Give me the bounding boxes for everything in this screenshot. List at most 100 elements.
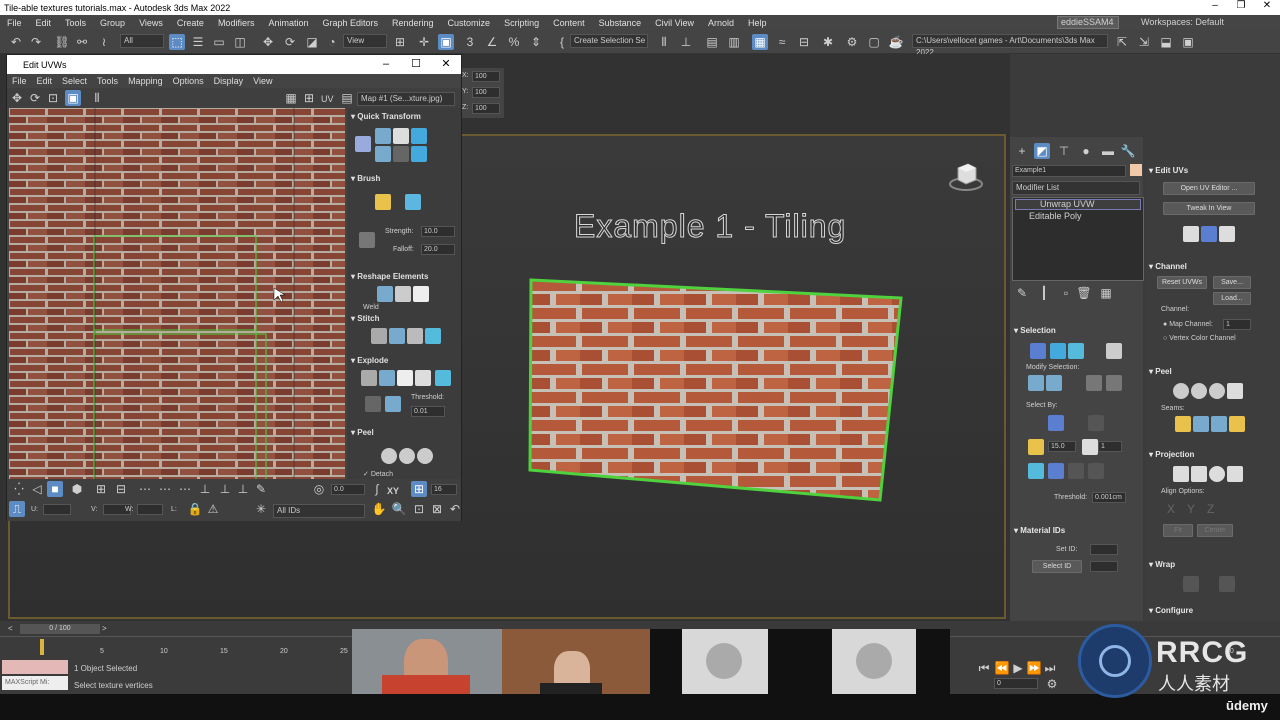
- select-id-button[interactable]: Select ID: [1032, 560, 1082, 573]
- brick-plane-object[interactable]: [528, 278, 904, 503]
- ring-select-icon[interactable]: [1086, 375, 1102, 391]
- explorer-icon[interactable]: ▣: [1180, 34, 1196, 50]
- x-field[interactable]: 100: [472, 71, 500, 82]
- loop-icon[interactable]: ⋯: [157, 481, 173, 497]
- point-to-point-icon[interactable]: [1028, 463, 1044, 479]
- vertex-mode-icon[interactable]: ⁛: [11, 481, 27, 497]
- menu-help[interactable]: Help: [741, 18, 774, 28]
- space-vertical-icon[interactable]: [375, 146, 391, 162]
- curve-editor-icon[interactable]: ≈: [774, 34, 790, 50]
- cylindrical-map-icon[interactable]: [1191, 466, 1207, 482]
- select-object-icon[interactable]: ⬚: [169, 34, 185, 50]
- brush-header[interactable]: Brush: [351, 174, 380, 183]
- align-icon[interactable]: [355, 136, 371, 152]
- uv-menu-tools[interactable]: Tools: [92, 76, 123, 86]
- face-mode-icon[interactable]: ■: [47, 481, 63, 497]
- wrap-header[interactable]: Wrap: [1149, 560, 1175, 569]
- point-to-point-seams-icon[interactable]: [1193, 416, 1209, 432]
- stitch-source-icon[interactable]: [371, 328, 387, 344]
- straighten-icon[interactable]: [377, 286, 393, 302]
- uv-maximize-button[interactable]: ☐: [401, 55, 431, 74]
- planar-map-icon[interactable]: [1173, 466, 1189, 482]
- configure-header[interactable]: Configure: [1149, 606, 1193, 615]
- selection-threshold-field[interactable]: 0.001cm: [1092, 492, 1126, 503]
- select-all-ids-icon[interactable]: ✳: [253, 501, 269, 517]
- modifier-stack-item-editable-poly[interactable]: Editable Poly: [1017, 211, 1082, 222]
- material-ids-header[interactable]: Material IDs: [1014, 526, 1065, 535]
- uv-minimize-button[interactable]: –: [371, 55, 401, 74]
- save-uvs-button[interactable]: Save...: [1213, 276, 1251, 289]
- modifier-stack-item-unwrap[interactable]: Unwrap UVW: [1015, 199, 1141, 210]
- align-horizontal-icon[interactable]: [393, 128, 409, 144]
- named-selection-dropdown[interactable]: Create Selection Se: [570, 34, 648, 48]
- paint-select-icon[interactable]: ⊥: [235, 481, 251, 497]
- make-unique-icon[interactable]: ▫: [1058, 285, 1074, 301]
- menu-arnold[interactable]: Arnold: [701, 18, 741, 28]
- select-manipulate-icon[interactable]: ✛: [416, 34, 432, 50]
- menu-create[interactable]: Create: [170, 18, 211, 28]
- menu-animation[interactable]: Animation: [261, 18, 315, 28]
- rotate-cw-icon[interactable]: [411, 128, 427, 144]
- select-overlapped-icon[interactable]: ⊥: [217, 481, 233, 497]
- viewcube[interactable]: [948, 160, 984, 194]
- spline-map-icon[interactable]: [1183, 576, 1199, 592]
- uv-menu-view[interactable]: View: [248, 76, 277, 86]
- uv-menu-file[interactable]: File: [7, 76, 32, 86]
- falloff-field[interactable]: 20.0: [421, 244, 455, 255]
- peel-mode-icon[interactable]: [399, 448, 415, 464]
- uv-rotate-icon[interactable]: ⟳: [27, 90, 43, 106]
- loop-uv-icon[interactable]: ⋯: [177, 481, 193, 497]
- x-axis-icon[interactable]: [1048, 463, 1064, 479]
- create-tab-icon[interactable]: +: [1014, 143, 1030, 159]
- reset-uvws-button[interactable]: Reset UVWs: [1157, 276, 1207, 289]
- uv-map-dropdown[interactable]: Map #1 (Se...xture.jpg): [357, 92, 455, 106]
- y-field[interactable]: 100: [472, 87, 500, 98]
- align-y-button[interactable]: Y: [1187, 502, 1195, 516]
- w-field[interactable]: [137, 504, 163, 515]
- detach-icon[interactable]: [379, 370, 395, 386]
- flatten-by-smoothing-icon[interactable]: [415, 370, 431, 386]
- grow-selection-icon[interactable]: ⊞: [93, 481, 109, 497]
- menu-views[interactable]: Views: [132, 18, 170, 28]
- uv-element-icon[interactable]: [1219, 226, 1235, 242]
- menu-group[interactable]: Group: [93, 18, 132, 28]
- uv-mirror-icon[interactable]: ⫴: [89, 90, 105, 106]
- uv-grid-icon[interactable]: ⊞: [301, 90, 317, 106]
- hierarchy-tab-icon[interactable]: ⊤: [1056, 143, 1072, 159]
- link-icon[interactable]: ⛓: [54, 34, 70, 50]
- stitch-target-icon[interactable]: [407, 328, 423, 344]
- rotate-ccw-icon[interactable]: [411, 146, 427, 162]
- ring-icon[interactable]: ⋯: [137, 481, 153, 497]
- minimize-button[interactable]: –: [1202, 0, 1228, 11]
- material-id-dropdown[interactable]: All IDs: [273, 504, 365, 518]
- shrink-icon[interactable]: [1046, 375, 1062, 391]
- window-crossing-icon[interactable]: ◫: [232, 34, 248, 50]
- undo-view-icon[interactable]: ↶: [447, 501, 463, 517]
- next-key-icon[interactable]: ⏩: [1026, 660, 1042, 676]
- select-by-name-icon[interactable]: ☰: [190, 34, 206, 50]
- flatten-icon[interactable]: [413, 286, 429, 302]
- uv-freeform-icon[interactable]: ▣: [65, 90, 81, 106]
- id-count-field[interactable]: 1: [1098, 441, 1122, 452]
- menu-scripting[interactable]: Scripting: [497, 18, 546, 28]
- uv-polygon-icon[interactable]: [1201, 226, 1217, 242]
- peel-header[interactable]: Peel: [1149, 367, 1171, 376]
- grow-icon[interactable]: [1028, 375, 1044, 391]
- uv-menu-edit[interactable]: Edit: [32, 76, 58, 86]
- reset-peel-button-icon[interactable]: [1209, 383, 1225, 399]
- map-channel-radio[interactable]: ● Map Channel:: [1163, 321, 1213, 328]
- relax-icon[interactable]: [395, 286, 411, 302]
- align-z-button[interactable]: Z: [1207, 502, 1214, 516]
- brush-select-icon[interactable]: ✎: [253, 481, 269, 497]
- open-uv-editor-button[interactable]: Open UV Editor ...: [1163, 182, 1255, 195]
- z-axis-icon[interactable]: [1088, 463, 1104, 479]
- play-icon[interactable]: ▶: [1010, 660, 1026, 676]
- pan-icon[interactable]: ✋: [371, 501, 387, 517]
- align-icon[interactable]: ⊥: [678, 34, 694, 50]
- time-slider-handle[interactable]: 0 / 100: [20, 624, 100, 634]
- maximize-button[interactable]: ❐: [1228, 0, 1254, 11]
- select-id-field[interactable]: [1090, 561, 1118, 572]
- center-button[interactable]: Center: [1197, 524, 1233, 537]
- next-frame-icon[interactable]: >: [102, 624, 107, 633]
- stitch-custom-icon[interactable]: [425, 328, 441, 344]
